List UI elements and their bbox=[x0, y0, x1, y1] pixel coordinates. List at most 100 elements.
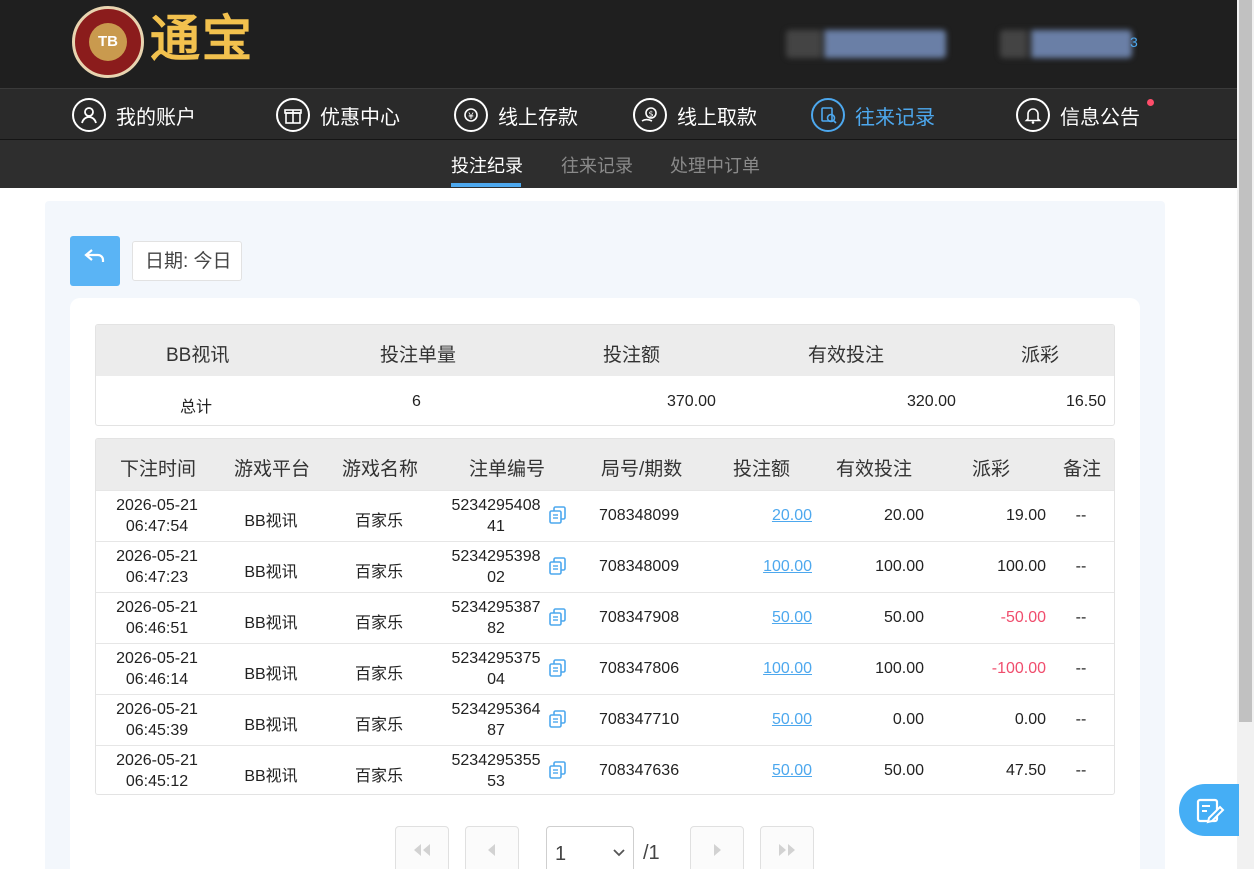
ticket-number: 5234295398 02 bbox=[441, 546, 551, 588]
bet-amount-link[interactable]: 100.00 bbox=[736, 558, 812, 576]
platform: BB视讯 bbox=[244, 666, 298, 683]
bet-date: 2026-05-21 bbox=[116, 497, 198, 514]
back-arrow-icon bbox=[84, 249, 105, 262]
edit-icon bbox=[1196, 798, 1225, 824]
table-row: 2026-05-21 06:47:23 BB视讯 百家乐 5234295398 02… bbox=[96, 541, 1114, 592]
nav-item-withdraw[interactable]: $ 线上取款 bbox=[633, 89, 757, 141]
col-note: 备注 bbox=[1063, 459, 1102, 480]
ticket-line1: 5234295355 bbox=[451, 752, 541, 769]
nav-label: 线上存款 bbox=[498, 106, 578, 129]
bet-amount-link[interactable]: 20.00 bbox=[736, 507, 812, 525]
double-chevron-left-icon bbox=[414, 844, 430, 856]
first-page-button[interactable] bbox=[395, 826, 449, 869]
game-name: 百家乐 bbox=[354, 768, 403, 785]
copy-icon[interactable] bbox=[548, 709, 568, 729]
nav-item-promotions[interactable]: 优惠中心 bbox=[276, 89, 400, 141]
bet-time: 2026-05-21 06:45:39 bbox=[96, 699, 218, 741]
bet-clock: 06:47:23 bbox=[125, 569, 189, 586]
game-name: 百家乐 bbox=[354, 615, 403, 632]
prev-page-button[interactable] bbox=[465, 826, 519, 869]
ticket-line1: 5234295375 bbox=[451, 650, 541, 667]
withdraw-icon: $ bbox=[633, 98, 667, 132]
valid-bet: 20.00 bbox=[883, 507, 924, 524]
copy-icon[interactable] bbox=[548, 607, 568, 627]
date-filter[interactable]: 日期: 今日 bbox=[132, 241, 242, 281]
copy-icon[interactable] bbox=[548, 760, 568, 780]
tab-transactions[interactable]: 往来记录 bbox=[561, 152, 633, 178]
copy-icon[interactable] bbox=[548, 505, 568, 525]
valid-bet: 50.00 bbox=[883, 609, 924, 626]
bet-amount-link[interactable]: 50.00 bbox=[736, 711, 812, 729]
page-scrollbar[interactable] bbox=[1237, 0, 1254, 869]
col-game: 游戏名称 bbox=[342, 459, 419, 480]
bet-amount-link[interactable]: 50.00 bbox=[736, 762, 812, 780]
next-page-button[interactable] bbox=[690, 826, 744, 869]
nav-item-records[interactable]: 往来记录 bbox=[811, 89, 935, 141]
bet-clock: 06:45:39 bbox=[125, 722, 189, 739]
blurred-balance bbox=[1000, 30, 1132, 58]
active-tab-indicator bbox=[451, 183, 521, 187]
records-icon bbox=[811, 98, 845, 132]
logo-badge: TB bbox=[89, 23, 127, 61]
gift-icon bbox=[276, 98, 310, 132]
ticket-line2: 02 bbox=[487, 569, 505, 586]
chevron-right-icon bbox=[714, 844, 721, 856]
bell-icon bbox=[1016, 98, 1050, 132]
bet-clock: 06:46:14 bbox=[125, 671, 189, 688]
table-row: 2026-05-21 06:45:12 BB视讯 百家乐 5234295355 53… bbox=[96, 745, 1114, 794]
payout: -50.00 bbox=[1000, 609, 1046, 626]
platform: BB视讯 bbox=[244, 615, 298, 632]
tab-pending-orders[interactable]: 处理中订单 bbox=[670, 152, 760, 178]
bet-time: 2026-05-21 06:46:51 bbox=[96, 597, 218, 639]
brand-name[interactable]: 通宝 bbox=[150, 6, 254, 72]
ticket-line1: 5234295408 bbox=[451, 497, 541, 514]
table-row: 2026-05-21 06:47:54 BB视讯 百家乐 5234295408 41… bbox=[96, 490, 1114, 541]
scrollbar-thumb[interactable] bbox=[1239, 0, 1252, 722]
summary-count: 6 bbox=[412, 393, 421, 410]
floating-edit-button[interactable] bbox=[1179, 784, 1239, 836]
ticket-line2: 82 bbox=[487, 620, 505, 637]
logo-chip-icon[interactable]: TB bbox=[72, 6, 144, 78]
col-platform: 游戏平台 bbox=[234, 459, 311, 480]
summary-valid: 320.00 bbox=[907, 393, 956, 410]
round-number: 708347710 bbox=[599, 711, 680, 728]
ticket-number: 5234295387 82 bbox=[441, 597, 551, 639]
game-name: 百家乐 bbox=[354, 717, 403, 734]
ticket-line1: 5234295398 bbox=[451, 548, 541, 565]
nav-item-deposit[interactable]: ¥ 线上存款 bbox=[454, 89, 578, 141]
back-button[interactable] bbox=[70, 236, 120, 286]
nav-label: 优惠中心 bbox=[320, 106, 400, 129]
last-page-button[interactable] bbox=[760, 826, 814, 869]
platform: BB视讯 bbox=[244, 717, 298, 734]
valid-bet: 100.00 bbox=[875, 558, 924, 575]
table-row: 2026-05-21 06:46:51 BB视讯 百家乐 5234295387 82… bbox=[96, 592, 1114, 643]
page-select-value: 1 bbox=[555, 843, 567, 865]
blurred-username bbox=[786, 30, 946, 58]
summary-header-valid: 有效投注 bbox=[808, 345, 885, 366]
tab-bet-records[interactable]: 投注纪录 bbox=[451, 152, 523, 178]
nav-label: 我的账户 bbox=[116, 106, 196, 129]
bet-date: 2026-05-21 bbox=[116, 548, 198, 565]
col-bet-time: 下注时间 bbox=[120, 459, 197, 480]
copy-icon[interactable] bbox=[548, 556, 568, 576]
bet-amount-link[interactable]: 50.00 bbox=[736, 609, 812, 627]
bet-date: 2026-05-21 bbox=[116, 650, 198, 667]
round-number: 708347908 bbox=[599, 609, 680, 626]
copy-icon[interactable] bbox=[548, 658, 568, 678]
bet-time: 2026-05-21 06:46:14 bbox=[96, 648, 218, 690]
bet-time: 2026-05-21 06:45:12 bbox=[96, 750, 218, 792]
nav-item-announcements[interactable]: 信息公告 bbox=[1016, 89, 1154, 141]
bet-records-table: 下注时间 游戏平台 游戏名称 注单编号 局号/期数 投注额 有效投注 派彩 备注… bbox=[95, 438, 1115, 795]
bet-amount-link[interactable]: 100.00 bbox=[736, 660, 812, 678]
bet-clock: 06:46:51 bbox=[125, 620, 189, 637]
summary-payout: 16.50 bbox=[1066, 393, 1107, 410]
page-select[interactable]: 1 bbox=[546, 826, 634, 869]
valid-bet: 100.00 bbox=[875, 660, 924, 677]
note: -- bbox=[1075, 558, 1087, 575]
nav-item-account[interactable]: 我的账户 bbox=[72, 89, 196, 141]
ticket-line1: 5234295364 bbox=[451, 701, 541, 718]
valid-bet: 0.00 bbox=[892, 711, 924, 728]
note: -- bbox=[1075, 711, 1087, 728]
round-number: 708348099 bbox=[599, 507, 680, 524]
chevron-down-icon bbox=[613, 845, 625, 860]
